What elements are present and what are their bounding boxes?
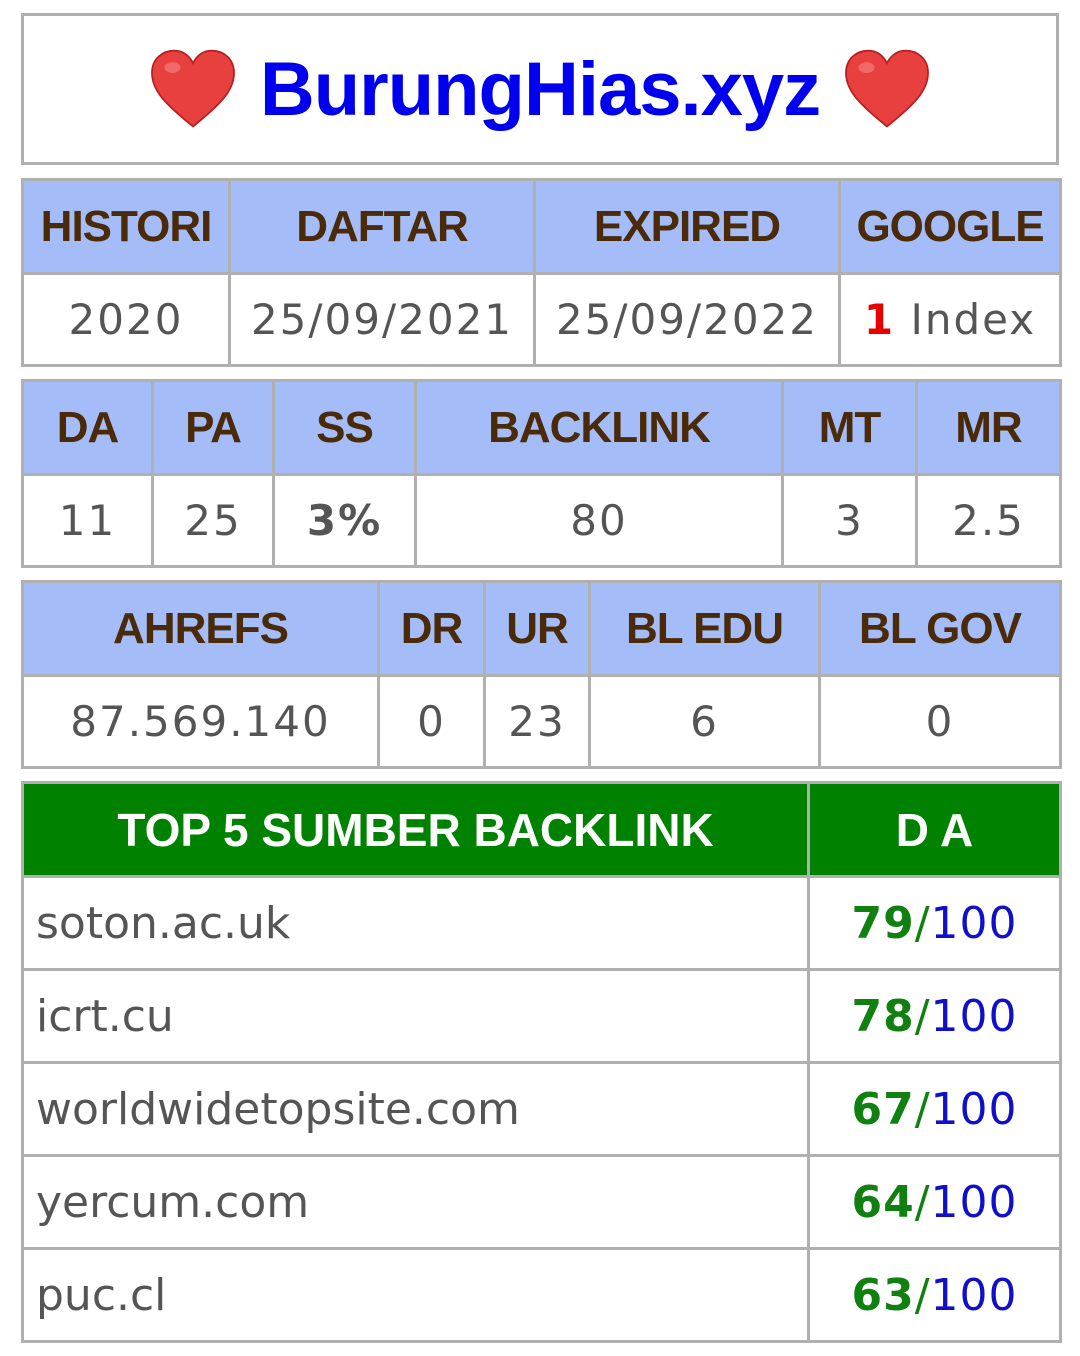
google-index-count: 1 <box>863 295 896 344</box>
source-da-score: 63/100 <box>807 1247 1062 1343</box>
ur-value: 23 <box>483 674 591 769</box>
backlink-value: 80 <box>414 473 784 568</box>
source-da-score: 78/100 <box>807 968 1062 1064</box>
heart-icon <box>845 49 930 128</box>
header-ahrefs: AHREFS <box>21 580 380 677</box>
expired-value: 25/09/2022 <box>533 272 841 367</box>
header-bl-edu: BL EDU <box>588 580 821 677</box>
site-title[interactable]: BurungHias.xyz <box>260 46 821 133</box>
header-ur: UR <box>483 580 591 677</box>
source-da-max: 100 <box>930 897 1018 949</box>
source-da-value: 63 <box>851 1269 915 1321</box>
source-domain[interactable]: worldwidetopsite.com <box>21 1061 810 1157</box>
header-top-sources: TOP 5 SUMBER BACKLINK <box>21 781 810 878</box>
bl-gov-value: 0 <box>818 674 1062 769</box>
google-index-value: 1 Index <box>838 272 1062 367</box>
dr-value: 0 <box>377 674 486 769</box>
header-google: GOOGLE <box>838 178 1062 275</box>
heart-icon <box>150 49 235 128</box>
source-da-max: 100 <box>930 1083 1018 1135</box>
source-da-value: 64 <box>851 1176 915 1228</box>
header-source-da: D A <box>807 781 1062 878</box>
source-da-max: 100 <box>930 1269 1018 1321</box>
source-da-score: 64/100 <box>807 1154 1062 1250</box>
mr-value: 2.5 <box>915 473 1062 568</box>
site-title-card: BurungHias.xyz <box>21 13 1059 165</box>
header-pa: PA <box>151 379 275 476</box>
ss-value: 3% <box>272 473 417 568</box>
source-domain[interactable]: soton.ac.uk <box>21 875 810 971</box>
source-da-value: 67 <box>851 1083 915 1135</box>
source-da-max: 100 <box>930 1176 1018 1228</box>
source-da-value: 79 <box>851 897 915 949</box>
header-da: DA <box>21 379 154 476</box>
table-row: icrt.cu 78/100 <box>21 968 1062 1064</box>
source-da-value: 78 <box>851 990 915 1042</box>
domain-info-table: HISTORI DAFTAR EXPIRED GOOGLE 2020 25/09… <box>21 178 1062 367</box>
mt-value: 3 <box>781 473 918 568</box>
bl-edu-value: 6 <box>588 674 821 769</box>
histori-value: 2020 <box>21 272 231 367</box>
daftar-value: 25/09/2021 <box>228 272 536 367</box>
table-row: worldwidetopsite.com 67/100 <box>21 1061 1062 1157</box>
da-value: 11 <box>21 473 154 568</box>
source-da-score: 79/100 <box>807 875 1062 971</box>
header-ss: SS <box>272 379 417 476</box>
table-row: puc.cl 63/100 <box>21 1247 1062 1343</box>
header-expired: EXPIRED <box>533 178 841 275</box>
source-domain[interactable]: icrt.cu <box>21 968 810 1064</box>
source-domain[interactable]: yercum.com <box>21 1154 810 1250</box>
source-da-score: 67/100 <box>807 1061 1062 1157</box>
pa-value: 25 <box>151 473 275 568</box>
google-index-label: Index <box>910 295 1037 344</box>
source-domain[interactable]: puc.cl <box>21 1247 810 1343</box>
table-row: soton.ac.uk 79/100 <box>21 875 1062 971</box>
moz-metrics-table: DA PA SS BACKLINK MT MR 11 25 3% 80 3 2.… <box>21 379 1062 568</box>
header-mt: MT <box>781 379 918 476</box>
source-da-max: 100 <box>930 990 1018 1042</box>
header-bl-gov: BL GOV <box>818 580 1062 677</box>
table-row: yercum.com 64/100 <box>21 1154 1062 1250</box>
header-backlink: BACKLINK <box>414 379 784 476</box>
ahrefs-rank-value: 87.569.140 <box>21 674 380 769</box>
top-backlink-sources-table: TOP 5 SUMBER BACKLINK D A soton.ac.uk 79… <box>21 781 1062 1343</box>
header-daftar: DAFTAR <box>228 178 536 275</box>
header-histori: HISTORI <box>21 178 231 275</box>
header-mr: MR <box>915 379 1062 476</box>
ahrefs-metrics-table: AHREFS DR UR BL EDU BL GOV 87.569.140 0 … <box>21 580 1062 769</box>
header-dr: DR <box>377 580 486 677</box>
